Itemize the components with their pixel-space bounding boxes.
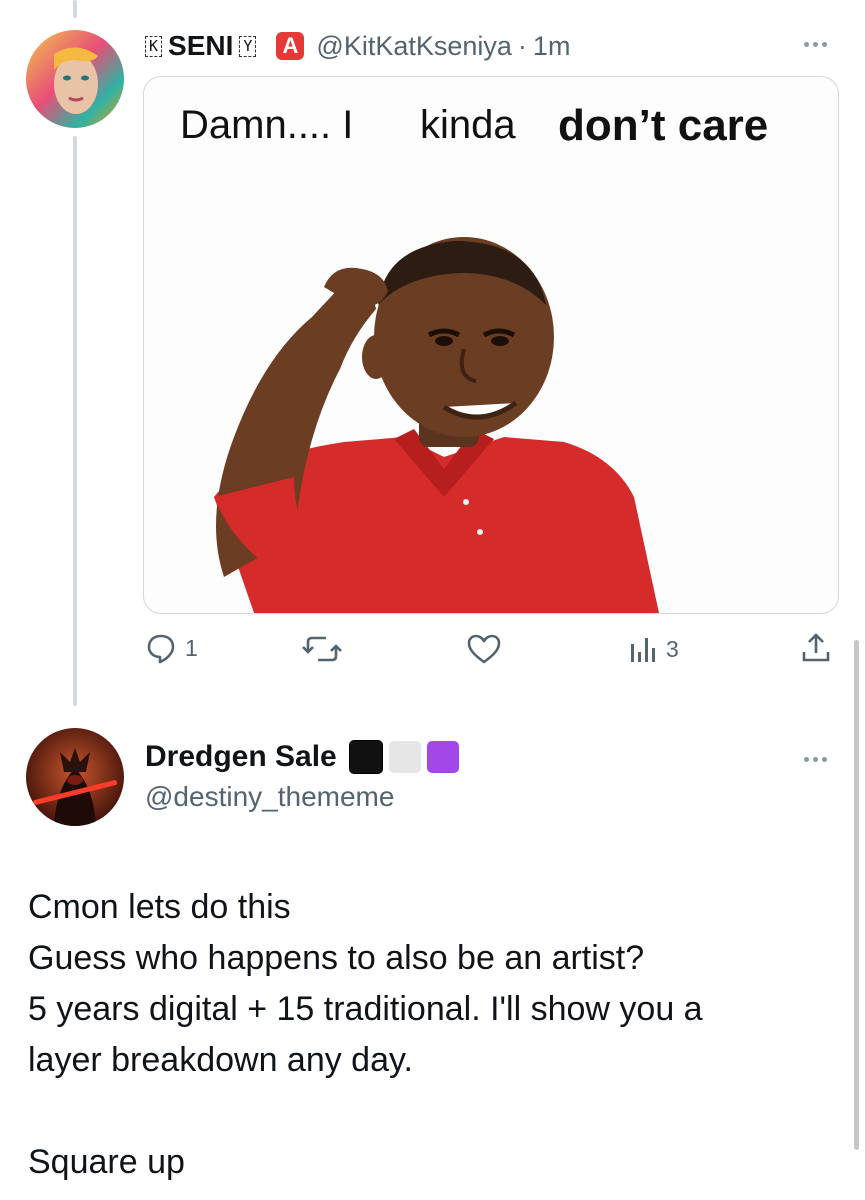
avatar[interactable] <box>26 728 124 826</box>
like-button[interactable] <box>467 634 509 664</box>
reply-icon <box>147 634 175 664</box>
repost-icon <box>302 636 342 662</box>
views-button[interactable]: 3 <box>628 634 679 664</box>
display-name[interactable]: SENI <box>168 30 233 62</box>
reply-count: 1 <box>185 634 198 661</box>
white-square-icon <box>388 741 421 773</box>
views-count: 3 <box>666 635 679 662</box>
tweet-text: Cmon lets do this Guess who happens to a… <box>28 882 818 1188</box>
tweet-text-line: layer breakdown any day. <box>28 1041 413 1079</box>
black-square-icon <box>348 740 383 774</box>
purple-square-icon <box>426 741 459 773</box>
media-image[interactable]: Damn.... I kinda don’t care <box>143 76 839 614</box>
share-icon <box>802 633 830 662</box>
heart-icon <box>467 634 501 664</box>
name-prefix-tag: K <box>145 35 163 57</box>
separator: · <box>517 30 527 61</box>
tweet-text-line <box>28 1086 818 1137</box>
handle-row: @destiny_thememe <box>145 779 394 815</box>
thread-line <box>73 136 77 706</box>
tweet-actions: 1 3 <box>0 630 865 674</box>
handle[interactable]: @KitKatKseniya <box>316 31 512 62</box>
display-name[interactable]: Dredgen Sale <box>145 740 337 774</box>
red-a-badge-icon: A <box>276 32 305 60</box>
handle[interactable]: @destiny_thememe <box>145 781 394 813</box>
more-options-icon[interactable] <box>804 42 827 47</box>
avatar-warrior-image <box>26 728 124 826</box>
views-chart-icon <box>631 638 655 662</box>
reply-button[interactable]: 1 <box>145 632 198 664</box>
more-options-icon[interactable] <box>804 757 827 762</box>
repost-button[interactable] <box>302 634 350 664</box>
tweet-text-line: Square up <box>28 1143 185 1181</box>
timestamp[interactable]: 1m <box>533 31 571 62</box>
avatar[interactable] <box>26 30 124 128</box>
avatar-portrait-image <box>26 30 124 128</box>
share-button[interactable] <box>800 632 832 664</box>
meme-boy-illustration <box>214 237 659 613</box>
tweet-header: Dredgen Sale <box>145 737 459 777</box>
name-suffix-tag: Y <box>239 35 257 57</box>
tweet-text-line: Guess who happens to also be an artist? <box>28 939 645 977</box>
scrollbar[interactable] <box>854 640 859 1150</box>
thread-line-top <box>73 0 77 18</box>
tweet-text-line: Cmon lets do this <box>28 888 291 926</box>
tweet-text-line: 5 years digital + 15 traditional. I'll s… <box>28 990 703 1028</box>
tweet-header: K SENI Y A @KitKatKseniya · 1m <box>145 28 570 64</box>
